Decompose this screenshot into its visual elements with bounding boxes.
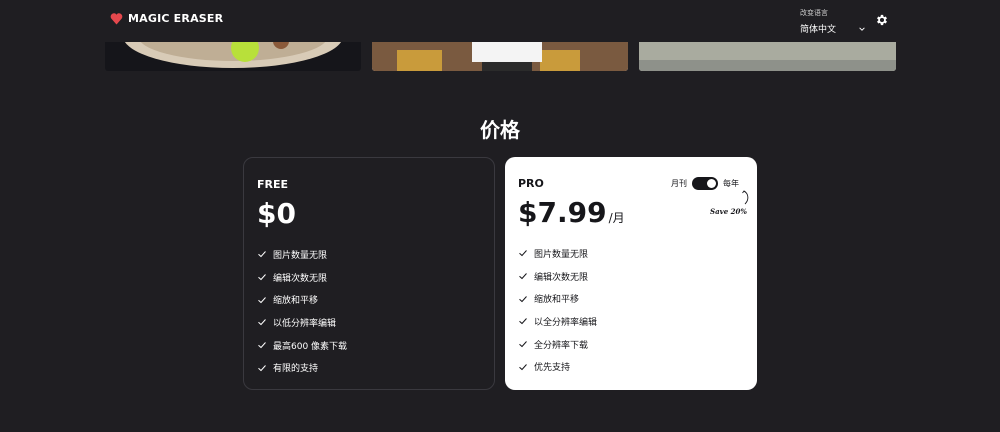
list-item: 缩放和平移	[518, 287, 597, 310]
example-images	[0, 42, 1000, 72]
image-content	[372, 42, 628, 71]
logo-icon	[110, 13, 123, 25]
gear-icon[interactable]	[875, 13, 889, 27]
image-content	[124, 42, 342, 68]
check-icon	[519, 341, 527, 348]
check-icon	[258, 251, 266, 258]
check-icon	[519, 318, 527, 325]
plan-name: PRO	[518, 177, 544, 190]
chevron-down-icon	[859, 26, 865, 31]
list-item: 图片数量无限	[518, 242, 597, 265]
check-icon	[258, 342, 266, 349]
curved-arrow-icon	[742, 190, 749, 205]
check-icon	[258, 296, 266, 303]
list-item: 图片数量无限	[257, 243, 347, 266]
language-switcher: 改变语言 简体中文	[800, 8, 866, 35]
save-note: Save 20%	[710, 207, 747, 216]
language-select[interactable]: 简体中文	[800, 22, 866, 35]
price-period: /月	[608, 211, 625, 225]
feature-label: 优先支持	[534, 363, 571, 374]
check-icon	[519, 363, 527, 370]
price-amount: $0	[257, 197, 296, 230]
feature-label: 编辑次数无限	[534, 272, 589, 283]
list-item: 以全分辨率编辑	[518, 310, 597, 333]
feature-label: 缩放和平移	[273, 296, 319, 307]
list-item: 以低分辨率编辑	[257, 311, 347, 334]
check-icon	[519, 250, 527, 257]
price-amount: $7.99	[518, 196, 607, 229]
billing-toggle-switch[interactable]	[692, 177, 718, 190]
check-icon	[519, 295, 527, 302]
feature-label: 有限的支持	[273, 364, 319, 375]
list-item: 编辑次数无限	[518, 265, 597, 288]
list-item: 优先支持	[518, 355, 597, 378]
feature-label: 最高600 像素下载	[273, 341, 348, 352]
feature-label: 编辑次数无限	[273, 273, 328, 284]
check-icon	[258, 274, 266, 281]
check-icon	[258, 319, 266, 326]
list-item: 有限的支持	[257, 356, 347, 379]
check-icon	[519, 273, 527, 280]
plan-name: FREE	[257, 178, 289, 191]
list-item: 编辑次数无限	[257, 266, 347, 289]
list-item: 全分辨率下载	[518, 333, 597, 356]
image-content	[639, 42, 896, 71]
list-item: 缩放和平移	[257, 288, 347, 311]
plan-price: $0	[257, 197, 296, 230]
example-image-2	[372, 42, 628, 71]
language-selected-value: 简体中文	[800, 25, 837, 35]
list-item: 最高600 像素下载	[257, 334, 347, 357]
language-label: 改变语言	[800, 9, 828, 17]
feature-list: 图片数量无限 编辑次数无限 缩放和平移 以低分辨率编辑 最高600 像素下载 有…	[257, 243, 347, 379]
feature-label: 以全分辨率编辑	[534, 317, 598, 328]
example-image-3	[639, 42, 896, 71]
pricing-title: 价格	[480, 118, 520, 142]
plan-card-free: FREE $0 图片数量无限 编辑次数无限 缩放和平移 以低分辨率编辑 最高60…	[243, 157, 495, 390]
feature-label: 缩放和平移	[534, 295, 580, 306]
brand-logo[interactable]: MAGIC ERASER	[109, 11, 223, 26]
feature-label: 图片数量无限	[534, 249, 589, 260]
feature-label: 全分辨率下载	[534, 340, 589, 351]
billing-monthly-label[interactable]: 月刊	[671, 178, 687, 189]
feature-label: 以低分辨率编辑	[273, 318, 337, 329]
header: MAGIC ERASER 改变语言 简体中文	[0, 0, 1000, 42]
check-icon	[258, 364, 266, 371]
feature-list: 图片数量无限 编辑次数无限 缩放和平移 以全分辨率编辑 全分辨率下载 优先支持	[518, 242, 597, 378]
plan-price: $7.99/月	[518, 196, 625, 229]
example-image-1	[105, 42, 361, 71]
billing-yearly-label[interactable]: 每年	[723, 178, 739, 189]
feature-label: 图片数量无限	[273, 250, 328, 261]
toggle-knob	[707, 179, 716, 188]
brand-name: MAGIC ERASER	[128, 12, 224, 25]
billing-period-toggle: 月刊 每年	[671, 177, 739, 190]
plan-card-pro: PRO 月刊 每年 Save 20% $7.99/月 图片数量无限 编辑次数无限…	[505, 157, 757, 390]
